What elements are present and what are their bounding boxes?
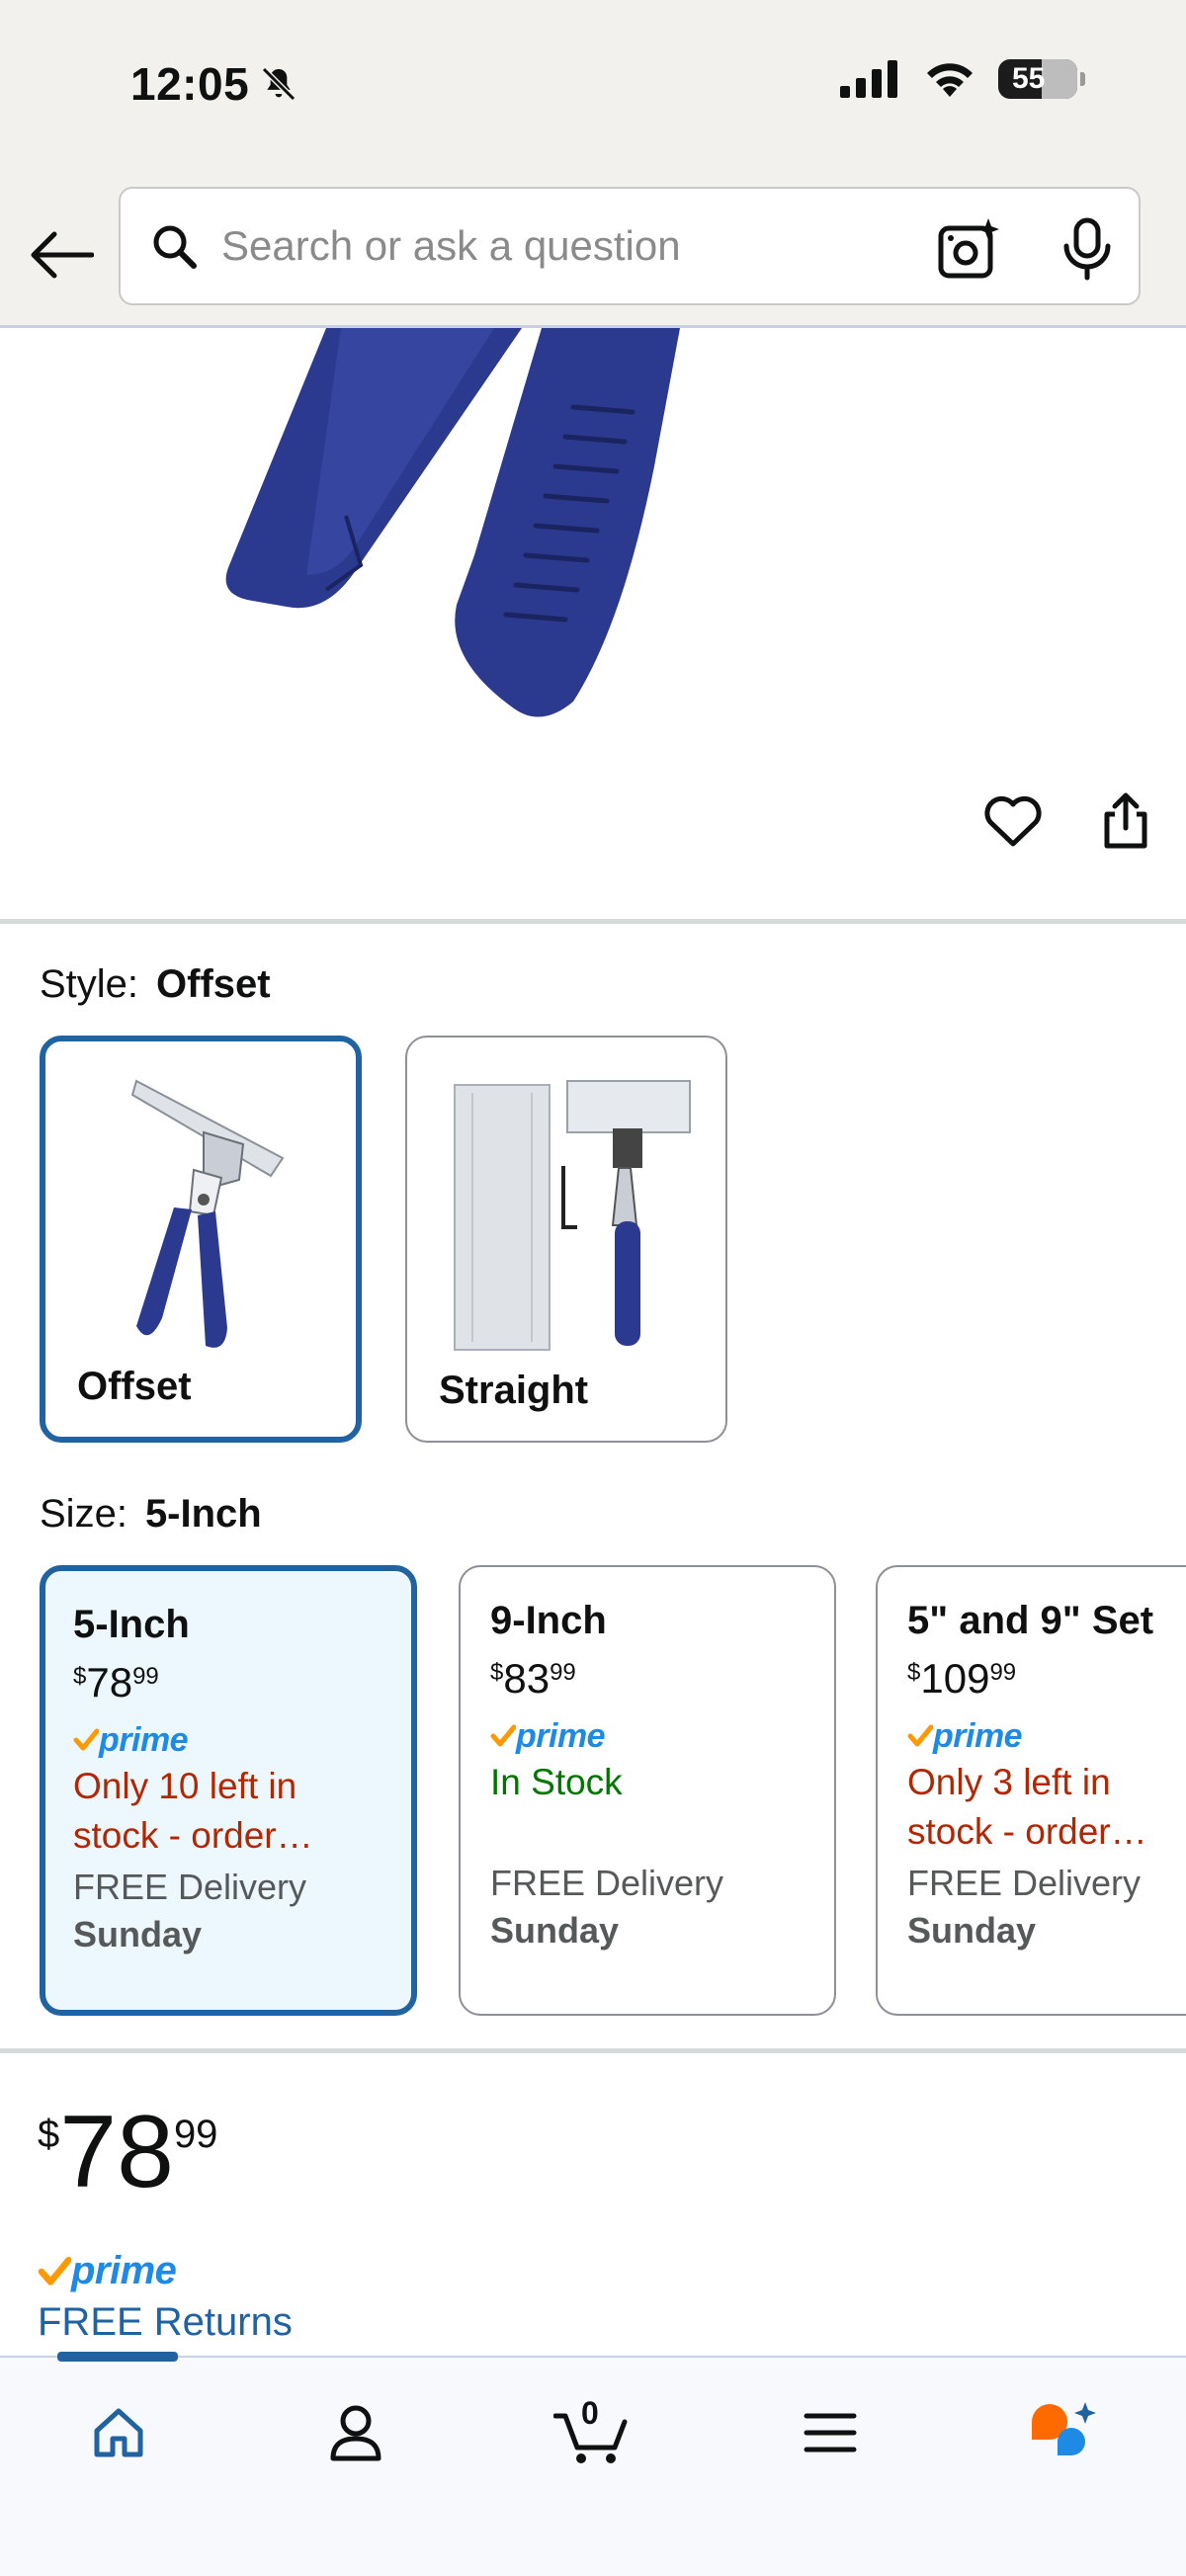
prime-check-icon xyxy=(907,1724,933,1747)
prime-badge: prime xyxy=(490,1717,834,1755)
active-tab-indicator xyxy=(57,2352,178,2362)
size-option-5-inch[interactable]: 5-Inch $78 99 prime Only 10 left in stock… xyxy=(40,1565,417,2016)
search-bar[interactable] xyxy=(119,187,1141,305)
style-option-offset[interactable]: Offset xyxy=(40,1036,362,1443)
size-option-name: 5" and 9" Set xyxy=(907,1599,1154,1642)
wishlist-heart-icon[interactable] xyxy=(982,790,1044,852)
delivery-day: Sunday xyxy=(907,1910,1037,1951)
free-returns-link[interactable]: FREE Returns xyxy=(38,2300,293,2345)
stock-status: Only 10 left in stock - order… xyxy=(73,1766,313,1856)
section-divider xyxy=(0,2048,1186,2053)
style-option-straight[interactable]: Straight xyxy=(405,1036,727,1443)
clock-label: 12:05 xyxy=(130,58,250,110)
back-arrow-icon xyxy=(31,231,94,279)
delivery-text: FREE Delivery xyxy=(73,1867,307,1907)
account-icon xyxy=(330,2405,381,2461)
search-input[interactable] xyxy=(221,222,913,270)
price-whole: 78 xyxy=(59,2095,174,2209)
nav-menu[interactable] xyxy=(791,2393,870,2472)
back-button[interactable] xyxy=(24,217,99,292)
price-currency: $ xyxy=(38,2113,60,2156)
style-option-label: Straight xyxy=(439,1369,589,1412)
nav-home[interactable] xyxy=(79,2393,158,2472)
size-option-price: $83 99 xyxy=(490,1655,576,1702)
size-label: Size: xyxy=(40,1492,127,1536)
prime-badge-main: prime xyxy=(38,2249,177,2293)
prime-check-icon xyxy=(38,2256,71,2285)
nav-cart[interactable]: 0 xyxy=(551,2393,635,2472)
home-icon xyxy=(94,2408,143,2457)
status-bar: 12:05 55 xyxy=(0,0,1186,178)
cellular-signal-icon xyxy=(840,60,897,98)
prime-badge: prime xyxy=(907,1717,1186,1755)
battery-icon: 55 xyxy=(998,59,1085,99)
bottom-navigation: 0 xyxy=(0,2352,1186,2576)
section-divider xyxy=(0,919,1186,924)
share-icon[interactable] xyxy=(1095,790,1156,852)
menu-icon xyxy=(804,2413,857,2452)
search-header xyxy=(0,178,1186,328)
search-icon xyxy=(146,218,202,274)
style-option-label: Offset xyxy=(77,1365,192,1408)
size-option-price: $78 99 xyxy=(73,1659,159,1705)
status-time: 12:05 xyxy=(130,57,298,111)
camera-search-icon[interactable] xyxy=(937,218,1000,282)
nav-account[interactable] xyxy=(316,2393,395,2472)
nav-assistant[interactable] xyxy=(1024,2393,1103,2472)
delivery-day: Sunday xyxy=(490,1910,620,1951)
size-option-name: 5-Inch xyxy=(73,1603,190,1646)
main-price: $ 78 99 xyxy=(38,2093,217,2211)
size-option-price: $109 99 xyxy=(907,1655,1017,1702)
delivery-day: Sunday xyxy=(73,1914,203,1954)
wifi-icon xyxy=(927,63,973,97)
battery-level: 55 xyxy=(1012,62,1046,95)
microphone-icon[interactable] xyxy=(1059,216,1119,282)
size-option-9-inch[interactable]: 9-Inch $83 99 prime In Stock FREE Deliver… xyxy=(459,1565,836,2016)
style-selected-value: Offset xyxy=(156,962,271,1006)
style-label-row: Style: Offset xyxy=(40,962,271,1007)
size-option-5-and-9-set[interactable]: 5" and 9" Set $109 99 prime Only 3 left i… xyxy=(876,1565,1186,2016)
product-actions xyxy=(982,790,1156,852)
size-label-row: Size: 5-Inch xyxy=(40,1492,262,1537)
price-fraction: 99 xyxy=(173,2113,218,2156)
style-label: Style: xyxy=(40,962,139,1006)
silent-bell-icon xyxy=(262,66,296,102)
delivery-text: FREE Delivery xyxy=(907,1863,1142,1903)
stock-status: Only 3 left in stock - order… xyxy=(907,1762,1147,1852)
prime-check-icon xyxy=(73,1728,99,1751)
status-indicators: 55 xyxy=(840,59,1085,99)
prime-check-icon xyxy=(490,1724,516,1747)
delivery-text: FREE Delivery xyxy=(490,1863,724,1903)
prime-badge: prime xyxy=(73,1721,411,1759)
stock-status: In Stock xyxy=(490,1762,623,1802)
assistant-icon xyxy=(1032,2402,1096,2455)
size-option-name: 9-Inch xyxy=(490,1599,607,1642)
cart-count-badge: 0 xyxy=(581,2395,599,2431)
size-selected-value: 5-Inch xyxy=(144,1492,262,1536)
